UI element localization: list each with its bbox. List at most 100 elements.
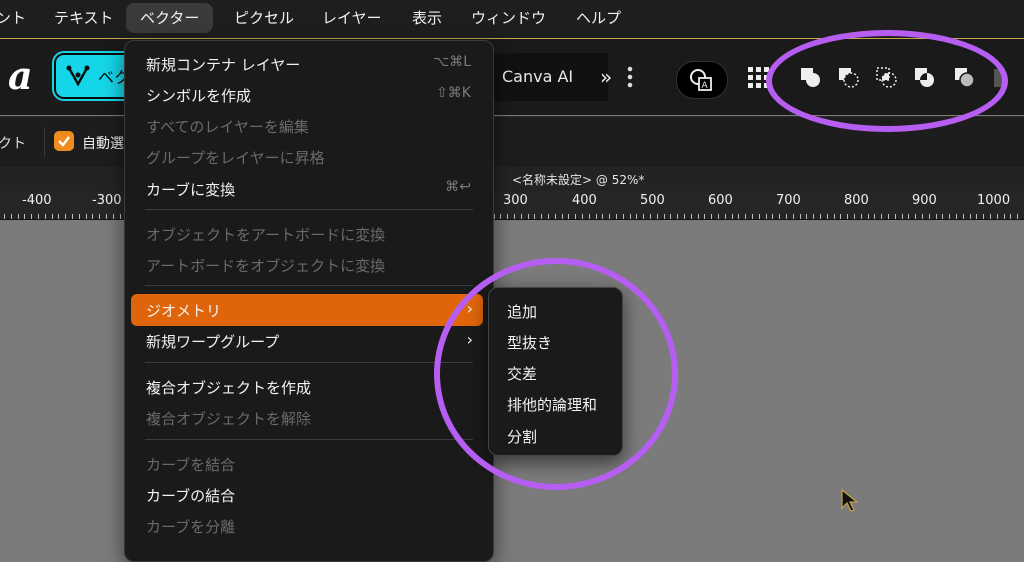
shortcut-label: ⌘↩ bbox=[445, 179, 471, 195]
ruler-tick bbox=[1010, 214, 1011, 219]
auto-select-label: 自動選 bbox=[82, 136, 124, 152]
ruler-tick bbox=[698, 214, 699, 219]
menu-divider bbox=[145, 362, 473, 363]
auto-select-checkbox[interactable] bbox=[54, 131, 74, 151]
app-logo-icon: a bbox=[8, 53, 33, 98]
ruler-tick bbox=[31, 214, 32, 219]
ruler-tick bbox=[711, 214, 712, 219]
ruler-tick bbox=[942, 214, 943, 219]
menu-view[interactable]: 表示 bbox=[412, 0, 442, 36]
menu-item-artboard-to-object: アートボードをオブジェクトに変換 bbox=[146, 257, 386, 275]
ruler-tick bbox=[806, 214, 807, 219]
canva-ai-button[interactable]: Canva AI bbox=[490, 53, 608, 101]
ruler-tick bbox=[4, 214, 5, 219]
ruler-tick bbox=[664, 214, 665, 219]
ruler-label: 600 bbox=[708, 193, 733, 208]
ruler-tick bbox=[514, 214, 515, 219]
shortcut-label: ⌥⌘L bbox=[433, 54, 471, 70]
ruler-tick bbox=[908, 214, 909, 219]
menu-divider bbox=[145, 209, 473, 210]
ruler-label: 900 bbox=[912, 193, 937, 208]
ruler-tick bbox=[997, 214, 998, 219]
menu-divider bbox=[145, 439, 473, 440]
ruler-tick bbox=[684, 214, 685, 219]
ruler-tick bbox=[630, 214, 631, 219]
menu-item-join-curves[interactable]: カーブの結合 bbox=[146, 485, 235, 506]
ruler-tick bbox=[568, 214, 569, 219]
menu-pixel[interactable]: ピクセル bbox=[234, 0, 294, 36]
ruler-tick bbox=[725, 214, 726, 219]
ruler-tick bbox=[562, 214, 563, 219]
menu-divider bbox=[145, 285, 473, 286]
menu-item-release-compound: 複合オブジェクトを解除 bbox=[146, 410, 312, 428]
ruler-tick bbox=[79, 214, 80, 219]
menu-layer[interactable]: レイヤー bbox=[322, 0, 382, 36]
annotation-circle bbox=[766, 30, 1008, 132]
document-title[interactable]: <名称未設定> @ 52%* bbox=[512, 171, 644, 188]
menu-item-object-to-artboard: オブジェクトをアートボードに変換 bbox=[146, 226, 386, 244]
ruler-label: 500 bbox=[640, 193, 665, 208]
ruler-tick bbox=[52, 214, 53, 219]
ruler-tick bbox=[847, 214, 848, 219]
menu-vector[interactable]: ベクター bbox=[126, 3, 214, 33]
ruler-tick bbox=[582, 214, 583, 219]
ruler-tick bbox=[650, 214, 651, 219]
ruler-tick bbox=[970, 214, 971, 219]
ruler-tick bbox=[541, 214, 542, 219]
ruler-tick bbox=[24, 214, 25, 219]
menu-item-create-symbol[interactable]: シンボルを作成 bbox=[146, 85, 251, 106]
ruler-tick bbox=[643, 214, 644, 219]
ruler-tick bbox=[623, 214, 624, 219]
ruler-tick bbox=[902, 214, 903, 219]
ruler-tick bbox=[793, 214, 794, 219]
menu-document[interactable]: ント bbox=[0, 0, 26, 36]
ruler-tick bbox=[766, 214, 767, 219]
menu-item-create-compound[interactable]: 複合オブジェクトを作成 bbox=[146, 377, 311, 398]
menu-item-geometry[interactable]: ジオメトリ bbox=[146, 300, 221, 321]
svg-text:A: A bbox=[702, 81, 709, 91]
ruler-tick bbox=[11, 214, 12, 219]
menu-item-promote-group: グループをレイヤーに昇格 bbox=[146, 149, 325, 167]
ruler-tick bbox=[922, 214, 923, 219]
ruler-tick bbox=[888, 214, 889, 219]
ruler-tick bbox=[963, 214, 964, 219]
ruler-tick bbox=[106, 214, 107, 219]
ruler-tick bbox=[120, 214, 121, 219]
ruler-label: 800 bbox=[844, 193, 869, 208]
ruler-tick bbox=[670, 214, 671, 219]
menu-text[interactable]: テキスト bbox=[54, 0, 114, 36]
menu-item-new-warp-group[interactable]: 新規ワープグループ bbox=[146, 331, 279, 352]
ruler-tick bbox=[895, 214, 896, 219]
ruler-tick bbox=[58, 214, 59, 219]
ruler-tick bbox=[881, 214, 882, 219]
canva-ai-label: Canva AI bbox=[502, 67, 574, 86]
menu-item-convert-to-curves[interactable]: カーブに変換 bbox=[146, 179, 235, 200]
studio-link-icon[interactable]: A bbox=[676, 61, 728, 99]
ruler-tick bbox=[786, 214, 787, 219]
ruler-tick bbox=[752, 214, 753, 219]
ruler-tick bbox=[834, 214, 835, 219]
ruler-tick bbox=[616, 214, 617, 219]
ruler-tick bbox=[929, 214, 930, 219]
vector-pen-icon bbox=[66, 65, 90, 87]
ruler-tick bbox=[840, 214, 841, 219]
ruler-tick bbox=[1017, 214, 1018, 219]
ruler-tick bbox=[548, 214, 549, 219]
ruler-tick bbox=[936, 214, 937, 219]
menu-window[interactable]: ウィンドウ bbox=[471, 0, 546, 36]
menu-item-separate-curves: カーブを分離 bbox=[146, 518, 236, 536]
ruler-tick bbox=[18, 214, 19, 219]
ruler-tick bbox=[983, 214, 984, 219]
ruler-tick bbox=[868, 214, 869, 219]
ruler-tick bbox=[704, 214, 705, 219]
more-vertical-icon[interactable] bbox=[626, 65, 634, 89]
menu-item-new-container-layer[interactable]: 新規コンテナ レイヤー bbox=[146, 54, 300, 75]
overflow-chevron-icon[interactable]: » bbox=[600, 65, 612, 89]
vector-menu: 新規コンテナ レイヤー ⌥⌘L シンボルを作成 ⇧⌘K すべてのレイヤーを編集 … bbox=[124, 40, 494, 562]
ruler-label: 300 bbox=[503, 193, 528, 208]
menu-help[interactable]: ヘルプ bbox=[576, 0, 621, 36]
ruler-label: 700 bbox=[776, 193, 801, 208]
ruler-tick bbox=[528, 214, 529, 219]
ruler-tick bbox=[92, 214, 93, 219]
ruler-tick bbox=[609, 214, 610, 219]
